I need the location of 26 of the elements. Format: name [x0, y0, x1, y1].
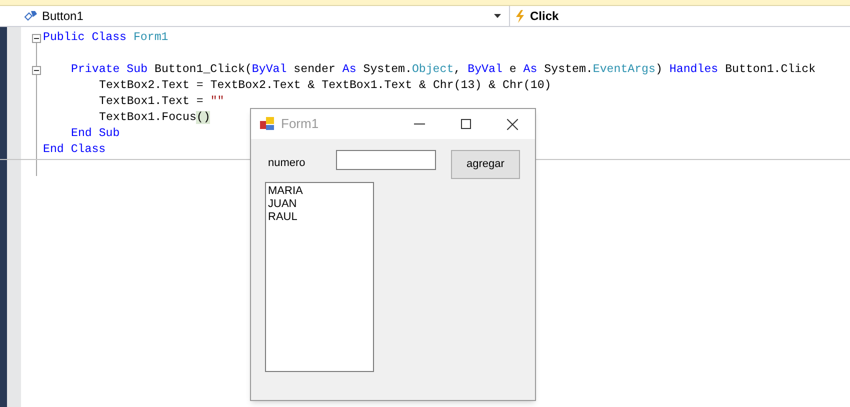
code-line: Private Sub Button1_Click(ByVal sender As System.Object, ByVal e As System.EventArgs) Handles Button1.Click — [71, 62, 816, 78]
input-field[interactable] — [336, 150, 436, 170]
maximize-icon[interactable] — [461, 119, 471, 129]
list-line: MARIA — [268, 185, 304, 198]
agregar-button[interactable]: agregar — [451, 150, 520, 179]
form-icon — [260, 117, 274, 131]
code-line: End Class — [43, 142, 106, 158]
list-line: JUAN — [268, 198, 298, 211]
code-line: TextBox2.Text = TextBox2.Text & TextBox1.Text & Chr(13) & Chr(10) — [99, 78, 552, 94]
code-line: Public Class Form1 — [43, 30, 168, 46]
close-icon[interactable] — [507, 118, 518, 130]
collapse-icon[interactable] — [32, 34, 41, 42]
window-title: Form1 — [281, 115, 320, 134]
numero-label: numero — [268, 156, 306, 171]
control-icon — [24, 10, 38, 22]
event-dropdown[interactable]: Click — [510, 6, 850, 26]
collapse-icon[interactable] — [32, 66, 41, 74]
list-box[interactable]: MARIA JUAN RAUL — [265, 182, 374, 372]
code-line: TextBox1.Focus() — [99, 110, 210, 126]
caret-icon — [494, 14, 501, 18]
list-line: RAUL — [268, 211, 298, 224]
code-line: TextBox1.Text = "" — [99, 94, 224, 110]
object-dropdown[interactable]: Button1 — [0, 6, 510, 26]
lightning-icon — [514, 10, 526, 22]
minimize-icon[interactable] — [414, 123, 425, 125]
code-line: End Sub — [71, 126, 120, 142]
